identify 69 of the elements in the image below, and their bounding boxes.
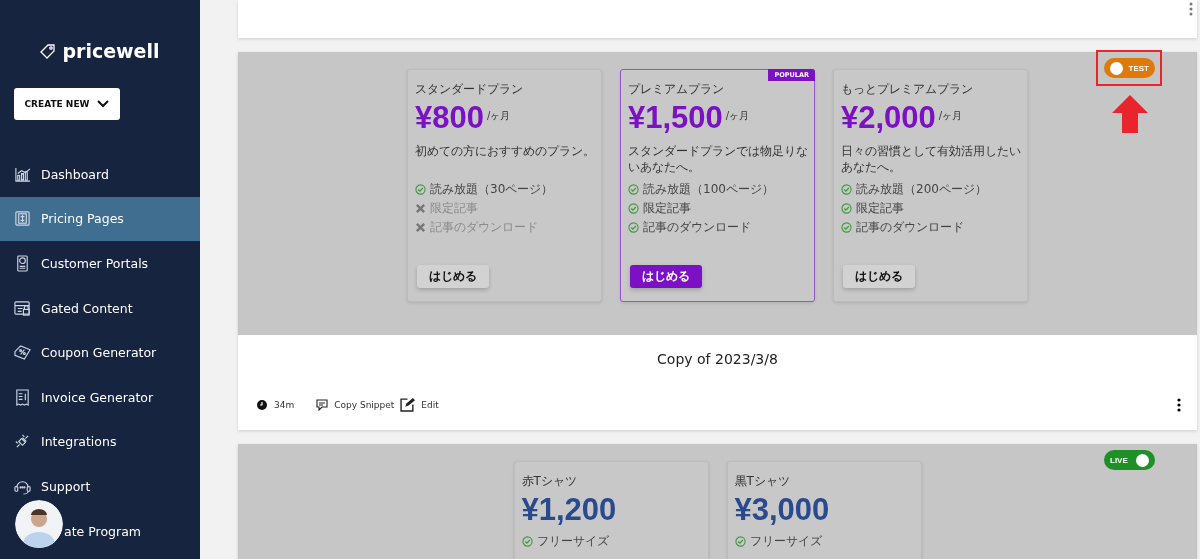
start-button[interactable]: はじめる (843, 265, 915, 288)
comment-icon (316, 398, 329, 411)
plan-name: 黒Tシャツ (734, 473, 791, 490)
check-icon (841, 203, 852, 214)
feature-text: フリーサイズ (536, 533, 609, 550)
coupon-icon (14, 344, 31, 362)
price-period: /ヶ月 (486, 109, 511, 123)
check-icon (521, 536, 533, 547)
plan-name: プレミアムプラン (628, 81, 725, 98)
invoice-icon (14, 388, 31, 406)
locked-page-icon (14, 299, 31, 317)
check-icon (628, 184, 639, 195)
check-icon (734, 536, 746, 547)
nav-item[interactable]: Integrations (0, 419, 200, 465)
feature-text: フリーサイズ (749, 533, 822, 550)
plan-description: スタンダードプランでは物足りないあなたへ。 (628, 143, 809, 175)
plan-price: ¥3,000 (734, 493, 830, 527)
nav-item[interactable]: Pricing Pages (0, 196, 200, 242)
nav-item[interactable]: Gated Content (0, 285, 200, 331)
plan-price: ¥1,500 (628, 101, 723, 135)
start-button[interactable]: はじめる (417, 265, 489, 288)
logo: pricewell (62, 40, 160, 62)
check-icon (841, 222, 852, 233)
plan-price: ¥2,000 (841, 101, 936, 135)
price-period: /ヶ月 (725, 109, 750, 123)
edit-icon (400, 397, 416, 412)
cross-icon (415, 222, 426, 233)
plan-name: 赤Tシャツ (521, 473, 578, 490)
page-title: Copy of 2023/3/8 (656, 351, 779, 367)
start-button[interactable]: はじめる (630, 265, 702, 288)
nav-item[interactable]: Dashboard (0, 152, 200, 197)
nav-item[interactable]: Support (0, 464, 200, 509)
feature-text: 読み放題（30ページ） (430, 181, 554, 198)
nav-item[interactable]: ate Program (0, 508, 200, 554)
check-icon (628, 222, 639, 233)
plan-name: スタンダードプラン (415, 81, 524, 98)
avatar[interactable] (15, 500, 63, 548)
up-arrow-icon (1112, 95, 1148, 133)
live-toggle[interactable]: LIVE (1104, 450, 1155, 470)
check-icon (415, 184, 426, 195)
age-label: 34m (274, 399, 295, 410)
plan-name: もっとプレミアムプラン (841, 81, 974, 98)
document-icon (14, 210, 31, 228)
check-icon (841, 184, 852, 195)
nav-item[interactable]: Invoice Generator (0, 374, 200, 420)
feature-text: 記事のダウンロード (643, 219, 751, 236)
more-icon[interactable] (1177, 397, 1181, 412)
nav-item[interactable]: Customer Portals (0, 241, 200, 286)
chart-icon (14, 165, 31, 183)
clock-icon (256, 398, 268, 411)
copy-snippet-link[interactable]: Copy Snippet (334, 399, 395, 410)
check-icon (628, 203, 639, 214)
plan-description: 初めての方におすすめのプラン。 (415, 143, 596, 160)
tag-icon (40, 43, 57, 59)
portal-icon (14, 255, 31, 272)
price-period: /ヶ月 (938, 109, 963, 123)
nav-item[interactable]: Coupon Generator (0, 330, 200, 375)
feature-text: 記事のダウンロード (856, 219, 964, 236)
cross-icon (415, 203, 426, 214)
plan-description: 日々の習慣として有効活用したいあなたへ。 (841, 143, 1022, 175)
feature-text: 限定記事 (856, 200, 904, 217)
plan-price: ¥1,200 (521, 493, 617, 527)
create-new-button[interactable]: CREATE NEW (14, 88, 120, 120)
feature-text: 読み放題（200ページ） (856, 181, 987, 198)
feature-text: 読み放題（100ページ） (643, 181, 774, 198)
feature-text: 限定記事 (643, 200, 691, 217)
chevron-down-icon (97, 100, 110, 108)
plan-price: ¥800 (415, 101, 484, 135)
edit-link[interactable]: Edit (421, 399, 439, 410)
